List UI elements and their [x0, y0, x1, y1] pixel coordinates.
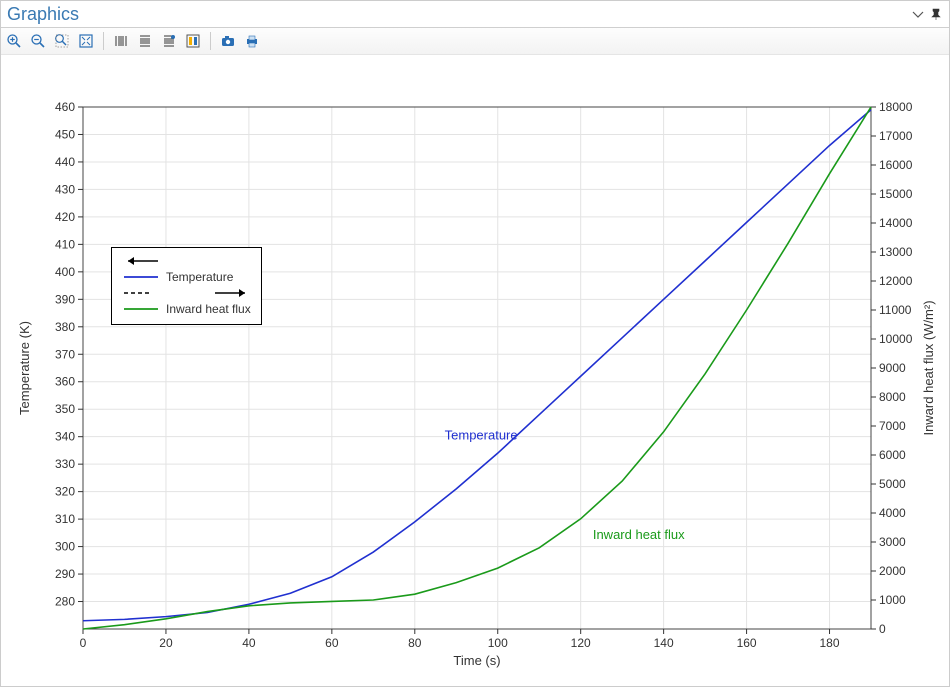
- panel-menu-icon[interactable]: [911, 7, 925, 21]
- log-y2-icon[interactable]: [158, 30, 180, 52]
- graphics-toolbar: [1, 28, 949, 55]
- svg-text:6000: 6000: [879, 448, 906, 462]
- svg-text:60: 60: [325, 636, 339, 650]
- svg-text:410: 410: [55, 237, 75, 251]
- svg-text:15000: 15000: [879, 187, 913, 201]
- legend-swatch: [122, 270, 160, 284]
- svg-text:3000: 3000: [879, 535, 906, 549]
- legend-row: Inward heat flux: [122, 300, 251, 318]
- svg-text:440: 440: [55, 155, 75, 169]
- svg-text:310: 310: [55, 512, 75, 526]
- svg-text:7000: 7000: [879, 419, 906, 433]
- svg-text:120: 120: [571, 636, 591, 650]
- svg-text:140: 140: [654, 636, 674, 650]
- svg-text:17000: 17000: [879, 129, 913, 143]
- plot-area[interactable]: 0 20 40 60 80 100 120 140 160 180 280 290 300 310 320 3…: [1, 55, 949, 686]
- zoom-extents-icon[interactable]: [75, 30, 97, 52]
- show-legends-icon[interactable]: [182, 30, 204, 52]
- svg-text:13000: 13000: [879, 245, 913, 259]
- svg-text:290: 290: [55, 567, 75, 581]
- svg-text:350: 350: [55, 402, 75, 416]
- svg-text:370: 370: [55, 347, 75, 361]
- svg-text:16000: 16000: [879, 158, 913, 172]
- panel-titlebar: Graphics: [1, 1, 949, 28]
- legend-label: Temperature: [166, 268, 233, 286]
- annotation-label: Inward heat flux: [593, 527, 685, 542]
- legend-row: Temperature: [122, 268, 251, 286]
- svg-text:Time (s): Time (s): [453, 653, 500, 668]
- svg-text:450: 450: [55, 127, 75, 141]
- legend-row: [122, 286, 251, 300]
- zoom-box-icon[interactable]: [51, 30, 73, 52]
- svg-text:14000: 14000: [879, 216, 913, 230]
- svg-text:11000: 11000: [879, 303, 912, 317]
- svg-text:400: 400: [55, 265, 75, 279]
- svg-text:40: 40: [242, 636, 256, 650]
- svg-text:12000: 12000: [879, 274, 913, 288]
- svg-text:9000: 9000: [879, 361, 906, 375]
- svg-text:18000: 18000: [879, 100, 913, 114]
- legend-row: [122, 254, 251, 268]
- svg-text:160: 160: [737, 636, 757, 650]
- svg-text:420: 420: [55, 210, 75, 224]
- toolbar-separator: [210, 32, 211, 50]
- svg-text:180: 180: [820, 636, 840, 650]
- svg-text:330: 330: [55, 457, 75, 471]
- svg-text:430: 430: [55, 182, 75, 196]
- panel-pin-icon[interactable]: [929, 7, 943, 21]
- svg-text:280: 280: [55, 595, 75, 609]
- svg-text:100: 100: [488, 636, 508, 650]
- svg-text:0: 0: [80, 636, 87, 650]
- graphics-panel: Graphics: [0, 0, 950, 687]
- log-x-icon[interactable]: [110, 30, 132, 52]
- svg-text:0: 0: [879, 622, 886, 636]
- legend-swatch: [122, 254, 160, 268]
- svg-text:1000: 1000: [879, 593, 906, 607]
- svg-text:320: 320: [55, 485, 75, 499]
- annotation-label: Temperature: [445, 427, 518, 442]
- snapshot-icon[interactable]: [217, 30, 239, 52]
- legend-label: Inward heat flux: [166, 300, 251, 318]
- svg-text:Temperature (K): Temperature (K): [17, 321, 32, 415]
- svg-text:390: 390: [55, 292, 75, 306]
- panel-title: Graphics: [7, 4, 907, 25]
- svg-text:80: 80: [408, 636, 422, 650]
- log-y-icon[interactable]: [134, 30, 156, 52]
- svg-text:20: 20: [159, 636, 173, 650]
- svg-text:2000: 2000: [879, 564, 906, 578]
- svg-text:10000: 10000: [879, 332, 913, 346]
- svg-text:300: 300: [55, 540, 75, 554]
- zoom-out-icon[interactable]: [27, 30, 49, 52]
- print-icon[interactable]: [241, 30, 263, 52]
- svg-text:Inward heat flux (W/m²): Inward heat flux (W/m²): [921, 300, 936, 435]
- zoom-in-icon[interactable]: [3, 30, 25, 52]
- svg-text:360: 360: [55, 375, 75, 389]
- svg-text:8000: 8000: [879, 390, 906, 404]
- svg-text:4000: 4000: [879, 506, 906, 520]
- toolbar-separator: [103, 32, 104, 50]
- svg-text:460: 460: [55, 100, 75, 114]
- svg-text:340: 340: [55, 430, 75, 444]
- legend-swatch: [122, 302, 160, 316]
- legend-swatch: [122, 286, 160, 300]
- chart-legend: Temperature Inward heat flux: [111, 247, 262, 325]
- svg-text:380: 380: [55, 320, 75, 334]
- legend-arrow-right: [166, 286, 251, 300]
- svg-text:5000: 5000: [879, 477, 906, 491]
